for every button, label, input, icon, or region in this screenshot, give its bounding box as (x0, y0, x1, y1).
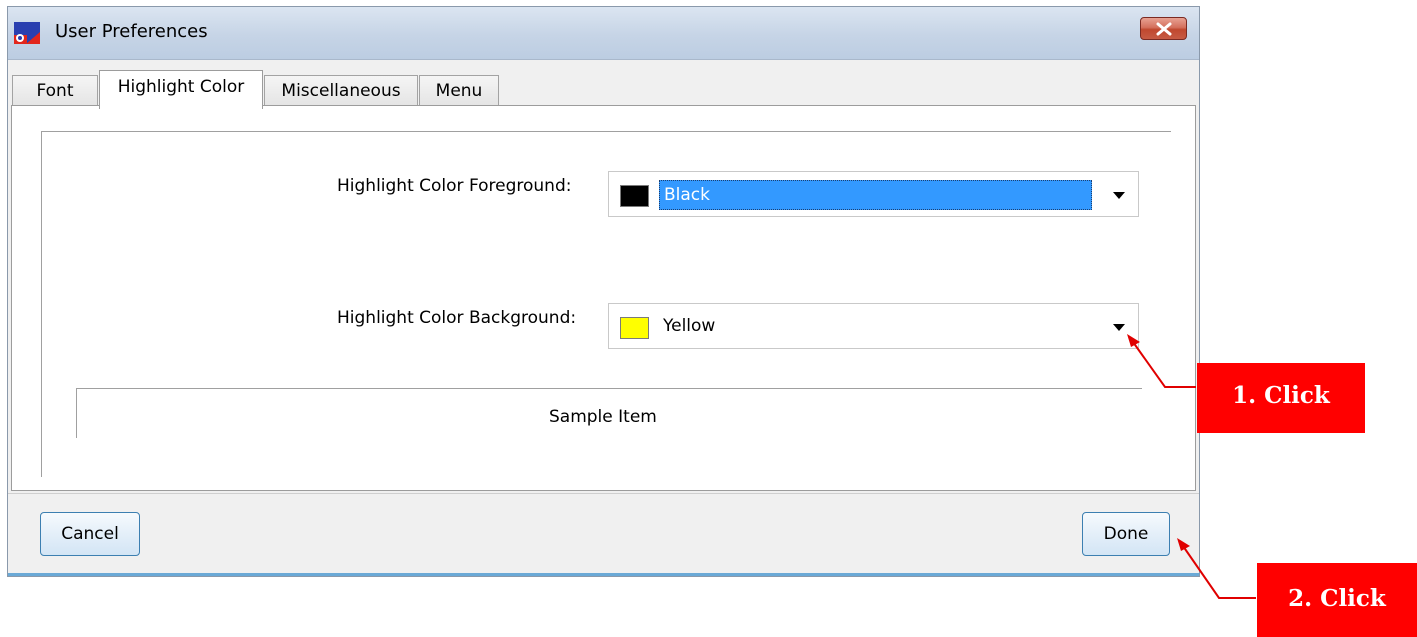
arrow-2 (1182, 545, 1256, 599)
callout-step-1: 1. Click (1197, 363, 1365, 433)
arrow-2-head (1177, 538, 1190, 551)
callout-step-2: 2. Click (1257, 563, 1417, 637)
arrow-1 (1132, 341, 1196, 388)
arrow-1-head (1127, 334, 1140, 347)
tab-highlight-color[interactable]: Highlight Color (99, 70, 263, 109)
